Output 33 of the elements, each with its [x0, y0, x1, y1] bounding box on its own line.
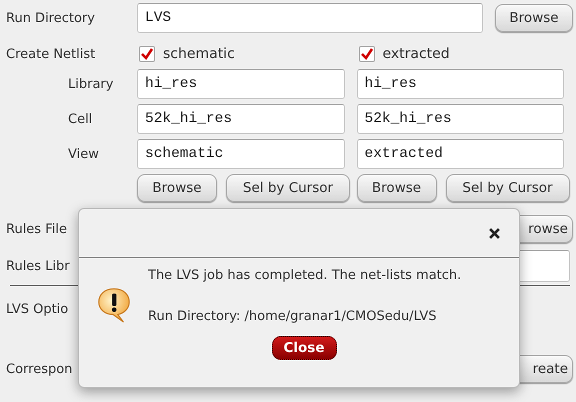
input-field[interactable]: 52k_hi_res	[137, 104, 344, 134]
warning-icon	[95, 286, 133, 324]
field-label: Rules File	[5, 222, 68, 236]
input-field[interactable]	[520, 250, 570, 282]
run-directory-text: Run Directory: /home/granar1/CMOSedu/LVS	[148, 309, 438, 324]
close-button[interactable]: Close	[272, 336, 336, 360]
checkbox[interactable]	[139, 46, 155, 62]
select-button[interactable]: Sel by Cursor	[446, 174, 570, 202]
checkbox-label: extracted	[382, 46, 450, 62]
field-label: Library	[67, 76, 114, 92]
field-label: View	[67, 146, 100, 162]
input-field[interactable]: extracted	[356, 139, 564, 169]
input-field[interactable]: LVS	[137, 3, 483, 33]
button[interactable]: rowse	[519, 215, 573, 243]
field-label: Cell	[67, 112, 94, 126]
input-field[interactable]: hi_res	[137, 69, 344, 99]
input-field[interactable]: 52k_hi_res	[356, 104, 564, 134]
field-label: Create Netlist	[5, 46, 96, 62]
dialog-message: The LVS job has completed. The net-lists match.	[148, 268, 462, 283]
close-icon[interactable]	[489, 228, 500, 238]
field-label: Rules Libr	[5, 258, 71, 274]
button[interactable]: reate	[519, 355, 573, 383]
field-label: LVS Optio	[5, 302, 70, 316]
input-field[interactable]: schematic	[137, 139, 344, 169]
checkbox-label: schematic	[163, 46, 235, 62]
input-field[interactable]: hi_res	[356, 69, 564, 99]
browse-button[interactable]: Browse	[495, 4, 573, 32]
field-label: Run Directory	[5, 10, 96, 26]
checkbox[interactable]	[358, 46, 374, 62]
select-button[interactable]: Sel by Cursor	[226, 174, 350, 202]
field-label: Correspon	[5, 362, 74, 376]
browse-button[interactable]: Browse	[137, 174, 217, 202]
browse-button[interactable]: Browse	[356, 174, 436, 202]
